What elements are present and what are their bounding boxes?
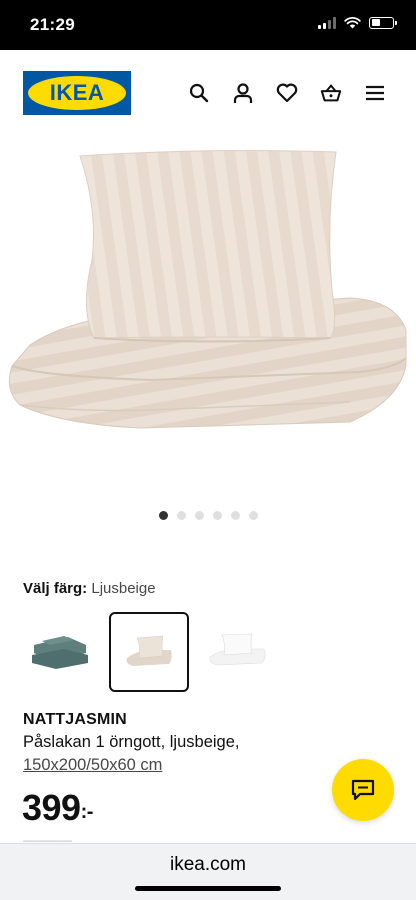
chat-icon <box>351 779 375 801</box>
swatch-white[interactable] <box>201 614 275 688</box>
url-text[interactable]: ikea.com <box>0 854 416 876</box>
product-description: Påslakan 1 örngott, ljusbeige, <box>23 733 240 751</box>
carousel-dot[interactable] <box>212 511 222 520</box>
carousel-dots <box>0 511 416 520</box>
product-price: 399:- <box>22 790 93 826</box>
product-size-link[interactable]: 150x200/50x60 cm <box>23 756 162 775</box>
browser-url-bar[interactable]: ikea.com <box>0 843 416 900</box>
header-nav <box>188 82 386 104</box>
logo-oval: IKEA <box>28 76 126 110</box>
cellular-signal-icon <box>318 16 336 29</box>
price-suffix: :- <box>80 801 94 823</box>
heart-icon[interactable] <box>276 82 298 104</box>
carousel-dot[interactable] <box>230 511 240 520</box>
carousel-dot[interactable] <box>248 511 258 520</box>
menu-icon[interactable] <box>364 82 386 104</box>
color-selector-label: Välj färg: Ljusbeige <box>23 580 156 597</box>
chat-button[interactable] <box>332 759 394 821</box>
selected-color-name: Ljusbeige <box>91 580 156 597</box>
wifi-icon <box>344 17 361 29</box>
swatch-light-beige[interactable] <box>109 612 189 692</box>
site-header: IKEA <box>0 50 416 140</box>
carousel-dot[interactable] <box>176 511 186 520</box>
user-icon[interactable] <box>232 82 254 104</box>
status-icons <box>318 16 397 29</box>
carousel-dot[interactable] <box>158 511 168 520</box>
battery-icon <box>369 16 397 29</box>
search-icon[interactable] <box>188 82 210 104</box>
status-bar: 21:29 <box>0 0 416 50</box>
price-main: 399 <box>22 787 81 828</box>
carousel-dot[interactable] <box>194 511 204 520</box>
logo-text: IKEA <box>49 80 105 105</box>
color-swatches <box>23 612 275 692</box>
color-label-key: Välj färg: <box>23 580 88 597</box>
home-indicator <box>135 886 281 891</box>
swatch-green-blue[interactable] <box>23 614 97 688</box>
ikea-logo[interactable]: IKEA <box>23 71 131 115</box>
product-image[interactable] <box>0 140 416 500</box>
shopping-basket-icon[interactable] <box>320 82 342 104</box>
status-time: 21:29 <box>30 15 75 34</box>
product-name: NATTJASMIN <box>23 711 127 728</box>
